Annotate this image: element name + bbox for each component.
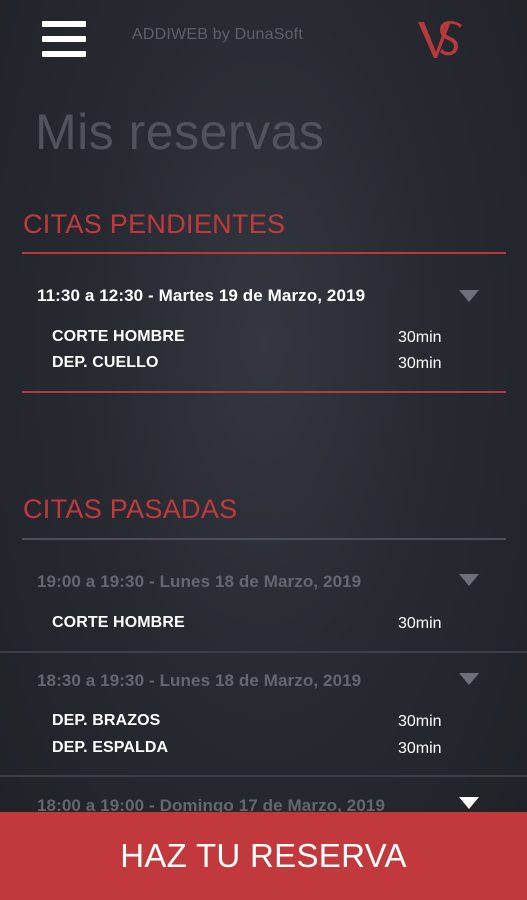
chevron-down-icon[interactable]	[459, 797, 479, 809]
service-duration: 30min	[398, 355, 442, 372]
chevron-down-icon[interactable]	[459, 673, 479, 685]
vs-logo-icon	[418, 20, 462, 58]
chevron-down-icon[interactable]	[459, 290, 479, 302]
service-duration: 30min	[398, 329, 442, 346]
past-title-underline	[22, 538, 506, 540]
chevron-down-icon[interactable]	[459, 574, 479, 586]
service-name: DEP. CUELLO	[52, 354, 159, 371]
service-duration: 30min	[398, 615, 442, 632]
hamburger-menu-icon[interactable]	[42, 21, 86, 57]
past-appointment-datetime[interactable]: 19:00 a 19:30 - Lunes 18 de Marzo, 2019	[37, 572, 361, 592]
book-now-button[interactable]: HAZ TU RESERVA	[0, 812, 527, 900]
service-name: DEP. BRAZOS	[52, 712, 161, 729]
past-appointment-datetime[interactable]: 18:30 a 19:30 - Lunes 18 de Marzo, 2019	[37, 671, 361, 691]
book-now-label: HAZ TU RESERVA	[120, 837, 407, 874]
pending-appointment-divider	[22, 391, 506, 393]
page-title: Mis reservas	[35, 104, 325, 160]
service-duration: 30min	[398, 713, 442, 730]
app-name: ADDIWEB by DunaSoft	[132, 26, 303, 43]
top-bar: ADDIWEB by DunaSoft	[0, 0, 527, 80]
pending-title-underline	[22, 252, 506, 254]
appointment-divider	[0, 775, 527, 777]
service-name: DEP. ESPALDA	[52, 739, 169, 756]
pending-appointment-datetime[interactable]: 11:30 a 12:30 - Martes 19 de Marzo, 2019	[37, 286, 365, 306]
service-name: CORTE HOMBRE	[52, 614, 185, 631]
pending-section-title: CITAS PENDIENTES	[23, 209, 286, 239]
past-section-title: CITAS PASADAS	[23, 494, 238, 524]
service-duration: 30min	[398, 740, 442, 757]
service-name: CORTE HOMBRE	[52, 328, 185, 345]
appointment-divider	[0, 651, 527, 653]
